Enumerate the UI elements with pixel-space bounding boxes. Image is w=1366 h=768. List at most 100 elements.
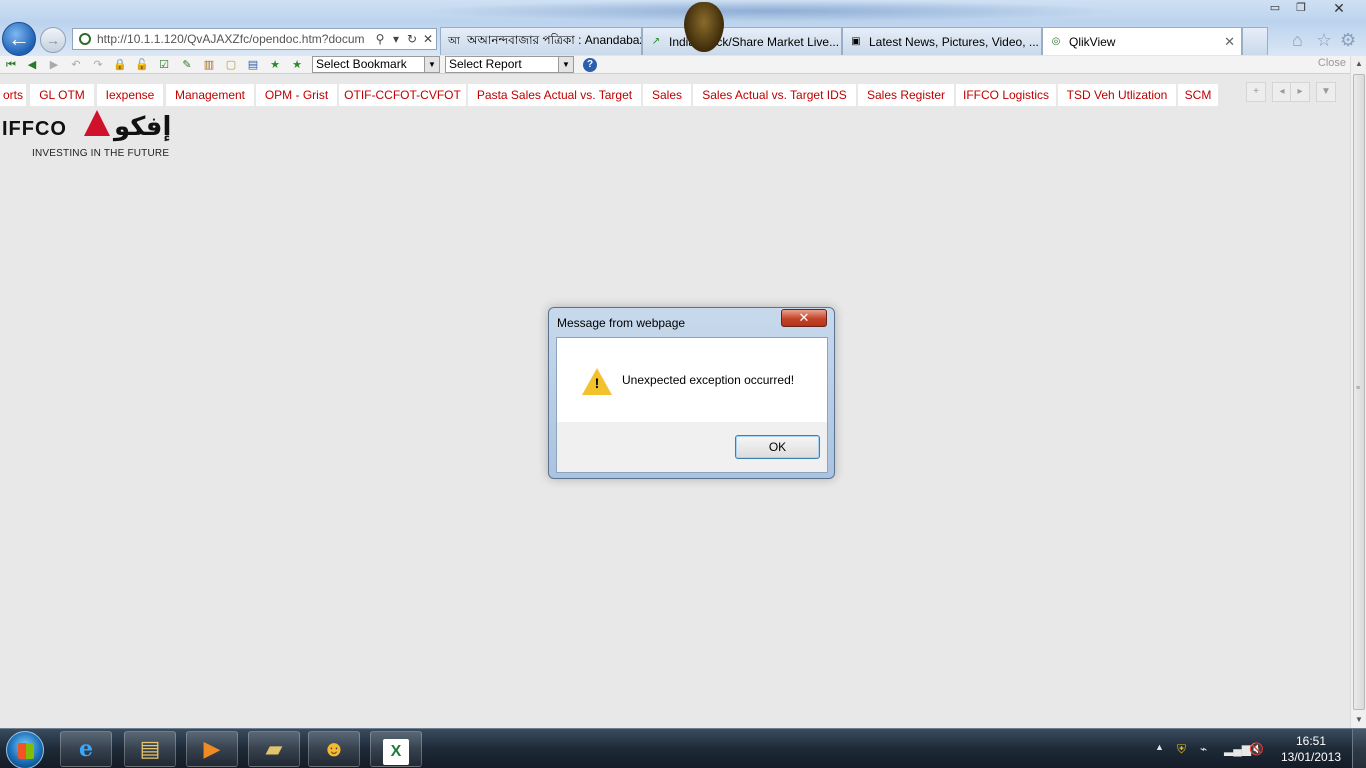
back-selection-icon[interactable]: ◀ — [25, 58, 39, 72]
taskbar-internet-explorer[interactable]: e — [60, 731, 112, 767]
aero-glass-glow — [420, 0, 1120, 22]
sheet-tab-gl-otm[interactable]: GL OTM — [30, 84, 96, 106]
iffco-logo: IFFCO إفكو INVESTING IN THE FUTURE — [2, 110, 202, 162]
sheet-menu-button[interactable]: ▼ — [1316, 82, 1336, 102]
sheet-tab-pasta-sales[interactable]: Pasta Sales Actual vs. Target — [468, 84, 643, 106]
clock-time[interactable]: 16:51 — [1282, 733, 1340, 749]
scroll-thumb[interactable]: ≡ — [1353, 74, 1365, 710]
sheet-tab-iffco-logistics[interactable]: IFFCO Logistics — [956, 84, 1058, 106]
bookmark-icon[interactable]: ★ — [290, 58, 304, 72]
qlikview-favicon-icon: ◎ — [1051, 35, 1061, 47]
tab-label: অআনন্দবাজার পত্রিকা : Anandabazar P... — [467, 32, 641, 47]
scroll-down-arrow-icon[interactable]: ▼ — [1351, 712, 1366, 728]
back-button[interactable]: ← — [2, 22, 36, 56]
internet-explorer-icon: e — [79, 736, 93, 762]
dropdown-arrow-icon[interactable]: ▾ — [388, 32, 404, 46]
favorites-star-icon[interactable]: ☆ — [1316, 30, 1332, 51]
network-signal-icon[interactable]: ▂▄▆ — [1224, 742, 1251, 756]
sheet-tab-management[interactable]: Management — [166, 84, 256, 106]
sheet-tab-scm[interactable]: SCM — [1178, 84, 1220, 106]
lock-icon[interactable]: 🔒 — [113, 58, 127, 72]
excel-icon: X — [383, 739, 409, 765]
ok-button[interactable]: OK — [735, 435, 820, 459]
address-bar[interactable]: http://10.1.1.120/QvAJAXZfc/opendoc.htm?… — [72, 28, 437, 50]
dialog-close-button[interactable]: ✕ — [781, 309, 827, 327]
sheet-tab-iexpense[interactable]: Iexpense — [97, 84, 165, 106]
sheet-tab-sales-ids[interactable]: Sales Actual vs. Target IDS — [693, 84, 858, 106]
file-explorer-icon: ▤ — [139, 736, 161, 761]
scroll-up-arrow-icon[interactable]: ▲ — [1351, 56, 1366, 72]
help-icon[interactable]: ? — [583, 58, 597, 72]
media-player-icon: ▶ — [203, 736, 221, 761]
chart-icon[interactable]: ▥ — [202, 58, 216, 72]
tab-close-icon[interactable]: ✕ — [1224, 34, 1235, 50]
close-icon: ✕ — [798, 310, 810, 325]
stock-chart-favicon-icon: ↗ — [651, 35, 661, 47]
sheet-tab-opm-grist[interactable]: OPM - Grist — [256, 84, 339, 106]
windows-taskbar: e ▤ ▶ ▰ ☻ X ▲ ⛨ ⌁ ▂▄▆ 🔇 16:51 13/01/2013 — [0, 728, 1366, 768]
taskbar-file-explorer[interactable]: ▤ — [124, 731, 176, 767]
sheet-tab-reports[interactable]: orts — [0, 84, 28, 106]
sheet-tab-otif[interactable]: OTIF-CCFOT-CVFOT — [339, 84, 468, 106]
stop-icon[interactable]: ✕ — [420, 32, 436, 46]
refresh-icon[interactable]: ↻ — [404, 32, 420, 46]
close-document-link[interactable]: Close — [1318, 57, 1346, 69]
add-sheet-button[interactable]: + — [1246, 82, 1266, 102]
first-page-icon[interactable]: ⏮ — [4, 58, 18, 72]
new-tab-button[interactable] — [1242, 27, 1268, 55]
new-sheet-icon[interactable]: ▢ — [224, 58, 238, 72]
clear-selection-icon[interactable]: ☑ — [157, 58, 171, 72]
chevron-down-icon[interactable]: ▼ — [424, 57, 439, 72]
browser-tab-stock-market[interactable]: ↗ India Stock/Share Market Live... — [642, 27, 842, 55]
minimize-window-button[interactable]: ▭ — [1262, 0, 1288, 17]
warning-exclamation-icon: ! — [594, 375, 600, 391]
url-text[interactable]: http://10.1.1.120/QvAJAXZfc/opendoc.htm?… — [97, 32, 372, 46]
browser-tab-anandabazar[interactable]: আ অআনন্দবাজার পত্রিকা : Anandabazar P... — [440, 27, 642, 55]
site-favicon-icon — [79, 33, 91, 45]
taskbar-folder[interactable]: ▰ — [248, 731, 300, 767]
close-window-button[interactable]: ✕ — [1316, 0, 1362, 17]
scroll-grip-icon: ≡ — [1356, 385, 1361, 392]
bookmark-add-icon[interactable]: ★ — [268, 58, 282, 72]
unlock-icon[interactable]: 🔓 — [135, 58, 149, 72]
browser-tab-qlikview[interactable]: ◎ QlikView ✕ — [1042, 27, 1242, 55]
report-select[interactable]: Select Report ▼ — [445, 56, 574, 73]
sheet-tab-sales-register[interactable]: Sales Register — [858, 84, 956, 106]
print-icon[interactable]: ▤ — [246, 58, 260, 72]
scroll-tabs-left-button[interactable]: ◂ — [1272, 82, 1292, 102]
redo-icon[interactable]: ↷ — [91, 58, 105, 72]
show-hidden-icons-icon[interactable]: ▲ — [1155, 742, 1164, 752]
back-arrow-icon: ← — [8, 26, 30, 51]
windows-start-icon — [18, 743, 34, 759]
browser-tab-news[interactable]: ▣ Latest News, Pictures, Video, ... — [842, 27, 1042, 55]
scroll-tabs-right-button[interactable]: ▸ — [1290, 82, 1310, 102]
gear-icon[interactable]: ⚙ — [1340, 30, 1356, 51]
anandabazar-favicon-icon: আ — [448, 35, 460, 47]
forward-button[interactable]: → — [40, 27, 66, 53]
home-icon[interactable]: ⌂ — [1292, 30, 1303, 51]
security-shield-icon[interactable]: ⛨ — [1177, 742, 1186, 757]
undo-icon[interactable]: ↶ — [69, 58, 83, 72]
taskbar-excel[interactable]: X — [370, 731, 422, 767]
chevron-down-icon[interactable]: ▼ — [558, 57, 573, 72]
maximize-window-button[interactable]: ❐ — [1289, 0, 1313, 17]
taskbar-media-player[interactable]: ▶ — [186, 731, 238, 767]
volume-muted-icon[interactable]: 🔇 — [1249, 742, 1264, 756]
sheet-tab-tsd-veh[interactable]: TSD Veh Utlization — [1058, 84, 1178, 106]
start-button[interactable] — [6, 731, 44, 768]
search-icon[interactable]: ⚲ — [372, 32, 388, 46]
news-favicon-icon: ▣ — [851, 35, 861, 47]
logo-tagline: INVESTING IN THE FUTURE — [32, 148, 170, 159]
forward-selection-icon[interactable]: ▶ — [47, 58, 61, 72]
vertical-scrollbar[interactable]: ▲ ≡ ▼ — [1350, 56, 1366, 728]
bookmark-select[interactable]: Select Bookmark ▼ — [312, 56, 440, 73]
sheet-tab-sales[interactable]: Sales — [643, 84, 693, 106]
show-desktop-button[interactable] — [1352, 729, 1366, 768]
power-plug-icon[interactable]: ⌁ — [1200, 742, 1207, 756]
edit-icon[interactable]: ✎ — [180, 58, 194, 72]
tab-label: Latest News, Pictures, Video, ... — [869, 34, 1039, 49]
folder-icon: ▰ — [265, 736, 283, 761]
ganesha-theme-image — [684, 2, 724, 52]
clock-date[interactable]: 13/01/2013 — [1276, 750, 1346, 764]
taskbar-messenger[interactable]: ☻ — [308, 731, 360, 767]
